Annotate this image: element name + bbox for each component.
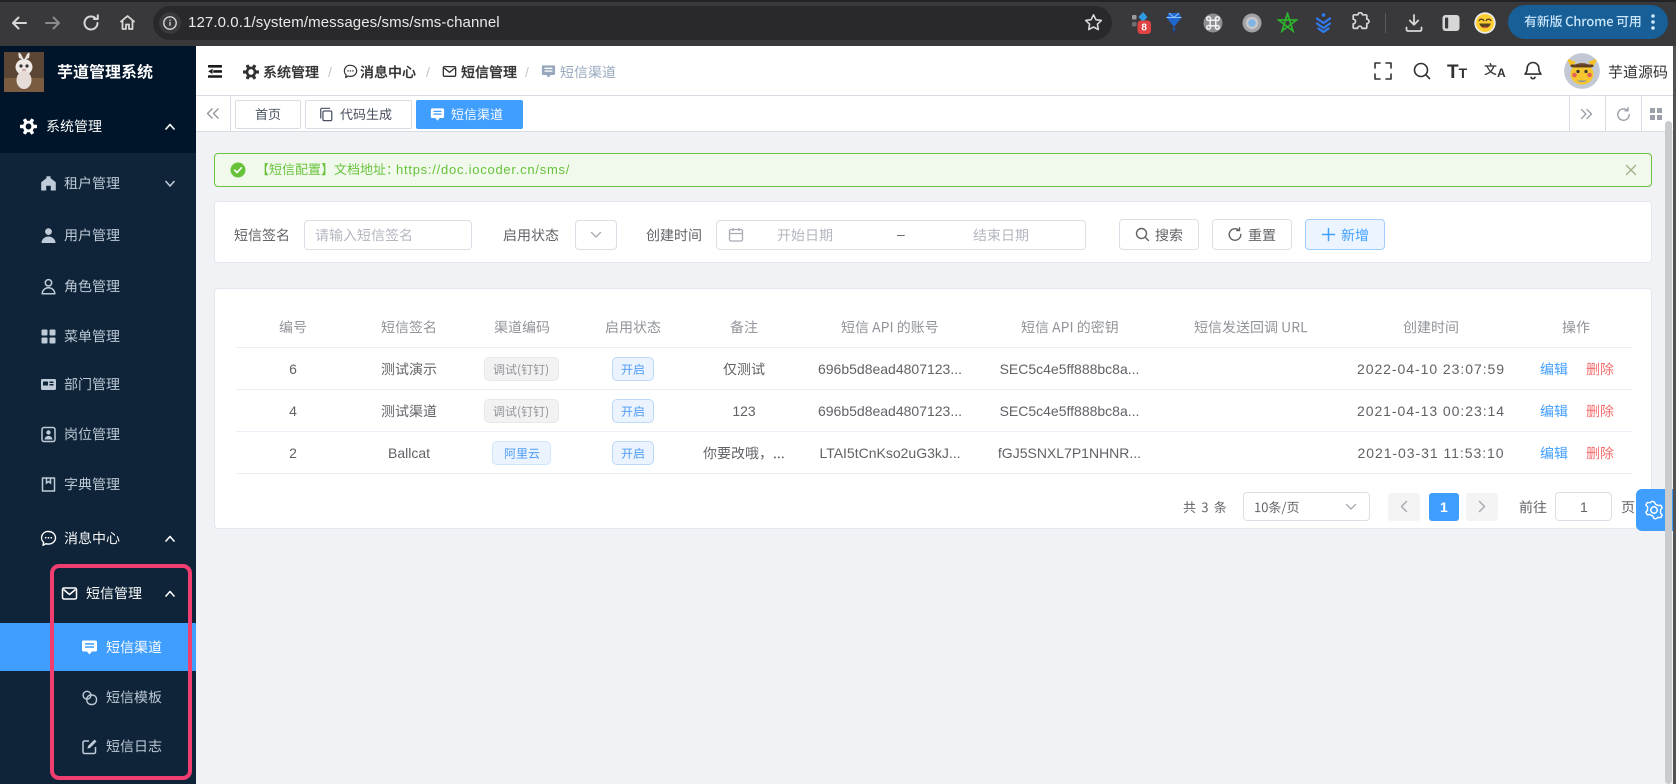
svg-text:8: 8 bbox=[1141, 23, 1147, 34]
